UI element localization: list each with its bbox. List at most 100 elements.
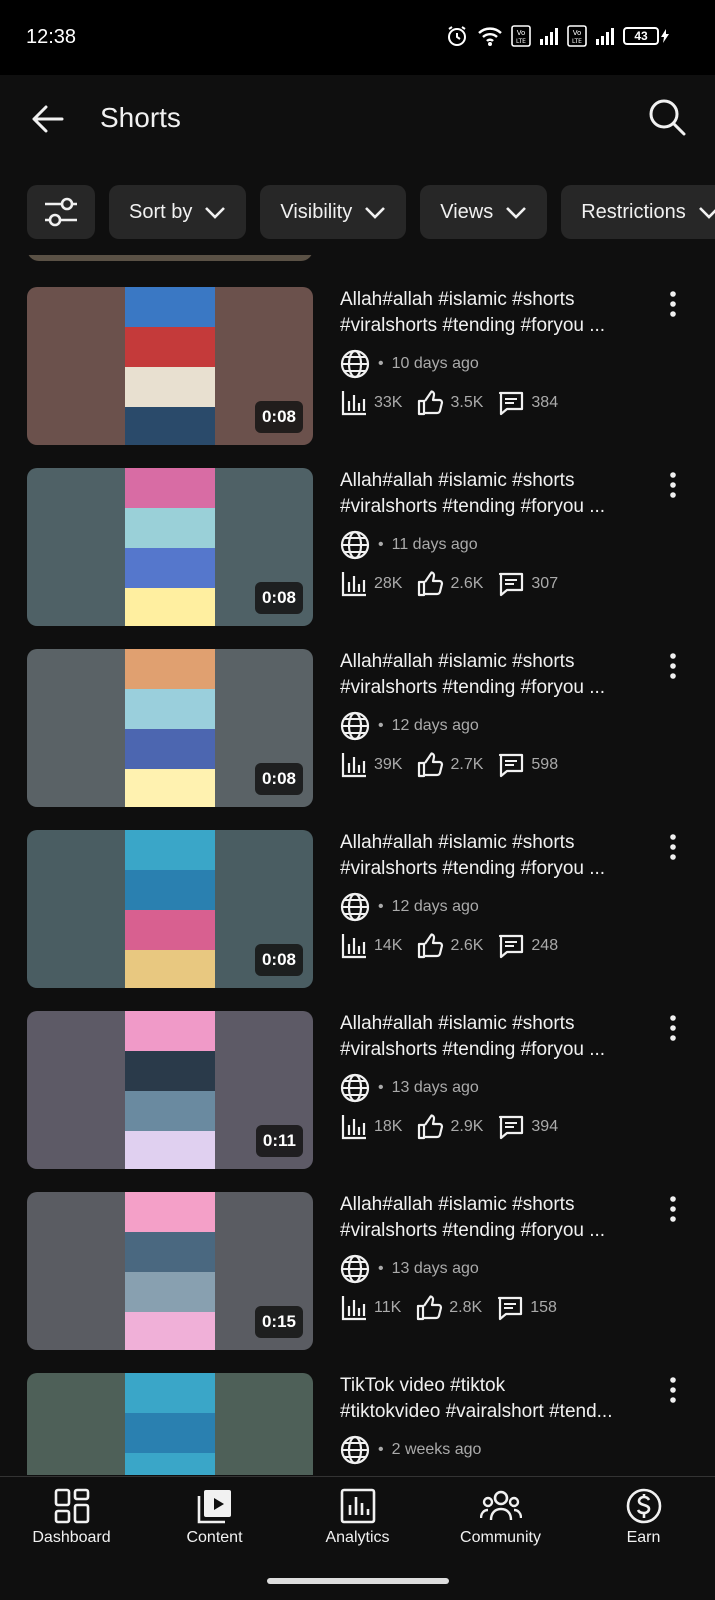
thumbs-up-icon (418, 752, 444, 778)
globe-icon (340, 349, 370, 379)
video-title[interactable]: Allah#allah #islamic #shorts #viralshorts… (340, 1192, 640, 1244)
thumbnail-segment (125, 1232, 215, 1272)
video-stats: 14K 2.6K 248 (340, 932, 572, 960)
video-title-line: Allah#allah #islamic #shorts (340, 1194, 575, 1215)
video-title-line: #viralshorts #tending #foryou ... (340, 858, 606, 879)
likes-count: 2.7K (450, 756, 484, 773)
filter-settings-button[interactable] (27, 185, 95, 239)
thumbnail[interactable]: 0:15 (27, 1192, 313, 1350)
thumbnail-segment (125, 1131, 215, 1169)
video-title[interactable]: Allah#allah #islamic #shorts #viralshorts… (340, 1011, 640, 1063)
more-options-icon[interactable] (661, 1375, 685, 1405)
chip-visibility[interactable]: Visibility (260, 185, 407, 239)
back-arrow-icon[interactable] (28, 99, 68, 139)
video-row[interactable]: 0:08 Allah#allah #islamic #shorts #viralsh… (0, 649, 715, 809)
battery-level: 43 (623, 27, 659, 45)
comment-icon (499, 572, 524, 597)
video-meta: • 2 weeks ago (340, 1435, 481, 1465)
chevron-down-icon (365, 207, 386, 219)
content-icon (197, 1490, 231, 1524)
comments-count: 598 (531, 756, 559, 773)
views-count: 11K (374, 1299, 402, 1316)
thumbs-up-icon (418, 933, 444, 959)
battery-icon: 43 (623, 27, 669, 45)
nav-community[interactable]: Community (429, 1477, 572, 1560)
nav-earn[interactable]: Earn (572, 1477, 715, 1560)
video-row[interactable]: 0:15 Allah#allah #islamic #shorts #viralsh… (0, 1192, 715, 1352)
thumbnail-segment (125, 1272, 215, 1312)
thumbnail[interactable] (27, 255, 313, 261)
video-title[interactable]: Allah#allah #islamic #shorts #viralshorts… (340, 287, 640, 339)
video-row[interactable]: 0:11 Allah#allah #islamic #shorts #viralsh… (0, 1011, 715, 1171)
thumbnail[interactable]: 0:08 (27, 468, 313, 626)
signal-icon (596, 28, 614, 45)
nav-label: Content (186, 1529, 243, 1546)
video-meta: • 10 days ago (340, 349, 479, 379)
views-stat: 28K (340, 570, 402, 598)
meta-separator: • (378, 536, 384, 553)
chip-restrictions[interactable]: Restrictions (561, 185, 715, 239)
thumbnail[interactable]: 0:08 (27, 830, 313, 988)
video-age: 11 days ago (391, 536, 478, 553)
thumbnail-segment (125, 327, 215, 367)
video-row[interactable]: 0:08 Allah#allah #islamic #shorts #viralsh… (0, 468, 715, 628)
thumbnail-segment (125, 910, 215, 950)
video-title[interactable]: Allah#allah #islamic #shorts #viralshorts… (340, 649, 640, 701)
signal-icon (540, 28, 558, 45)
more-options-icon[interactable] (661, 1013, 685, 1043)
video-title[interactable]: Allah#allah #islamic #shorts #viralshorts… (340, 468, 640, 520)
views-stat: 39K (340, 751, 402, 779)
video-title-line: Allah#allah #islamic #shorts (340, 651, 575, 672)
more-options-icon[interactable] (661, 289, 685, 319)
more-options-icon[interactable] (661, 470, 685, 500)
more-options-icon[interactable] (661, 651, 685, 681)
chip-sort-by[interactable]: Sort by (109, 185, 247, 239)
thumbnail[interactable] (27, 1373, 313, 1475)
thumbnail[interactable]: 0:08 (27, 649, 313, 807)
video-row[interactable]: 0:08 Allah#allah #islamic #shorts #viralsh… (0, 830, 715, 990)
video-row[interactable]: 0:08 Allah#allah #islamic #shorts #viralsh… (0, 287, 715, 447)
video-title-line: Allah#allah #islamic #shorts (340, 1013, 575, 1034)
likes-stat: 2.9K (416, 1113, 483, 1141)
thumbnail[interactable]: 0:11 (27, 1011, 313, 1169)
video-meta: • 11 days ago (340, 530, 478, 560)
likes-count: 2.9K (450, 1118, 484, 1135)
duration-badge: 0:11 (255, 1125, 303, 1157)
earn-icon (626, 1488, 661, 1524)
more-options-icon[interactable] (661, 832, 685, 862)
nav-content[interactable]: Content (143, 1477, 286, 1560)
comments-stat: 307 (497, 570, 558, 598)
duration-badge: 0:15 (254, 1306, 303, 1338)
nav-dashboard[interactable]: Dashboard (0, 1477, 143, 1560)
views-chart-icon (341, 1115, 366, 1140)
globe-icon (340, 711, 370, 741)
meta-separator: • (378, 898, 384, 915)
comments-stat: 394 (497, 1113, 558, 1141)
video-title[interactable]: Allah#allah #islamic #shorts #viralshorts… (340, 830, 640, 882)
thumbnail[interactable]: 0:08 (27, 287, 313, 445)
video-age: 2 weeks ago (391, 1441, 482, 1458)
thumbnail-image (125, 1192, 215, 1350)
wifi-icon (478, 27, 502, 46)
search-icon[interactable] (645, 95, 689, 139)
globe-icon (340, 1435, 370, 1465)
views-count: 28K (374, 575, 403, 592)
meta-separator: • (378, 355, 384, 372)
nav-analytics[interactable]: Analytics (286, 1477, 429, 1560)
dashboard-icon (54, 1488, 89, 1524)
thumbnail-segment (125, 830, 215, 870)
thumbnail-segment (125, 1453, 215, 1475)
nav-label: Dashboard (32, 1529, 111, 1546)
chip-views[interactable]: Views (420, 185, 548, 239)
video-row[interactable]: TikTok video #tiktok #tiktokvideo #vairal… (0, 1373, 715, 1475)
analytics-icon (340, 1488, 375, 1524)
home-indicator[interactable] (267, 1578, 449, 1584)
more-options-icon[interactable] (661, 1194, 685, 1224)
status-icons: Vo LTE Vo LTE 43 (445, 24, 669, 48)
thumbs-up-icon (418, 571, 444, 597)
video-title[interactable]: TikTok video #tiktok #tiktokvideo #vairal… (340, 1373, 640, 1425)
thumbnail-segment (125, 870, 215, 910)
comments-count: 394 (531, 1118, 559, 1135)
chip-label: Sort by (129, 200, 193, 223)
views-stat: 33K (340, 389, 402, 417)
